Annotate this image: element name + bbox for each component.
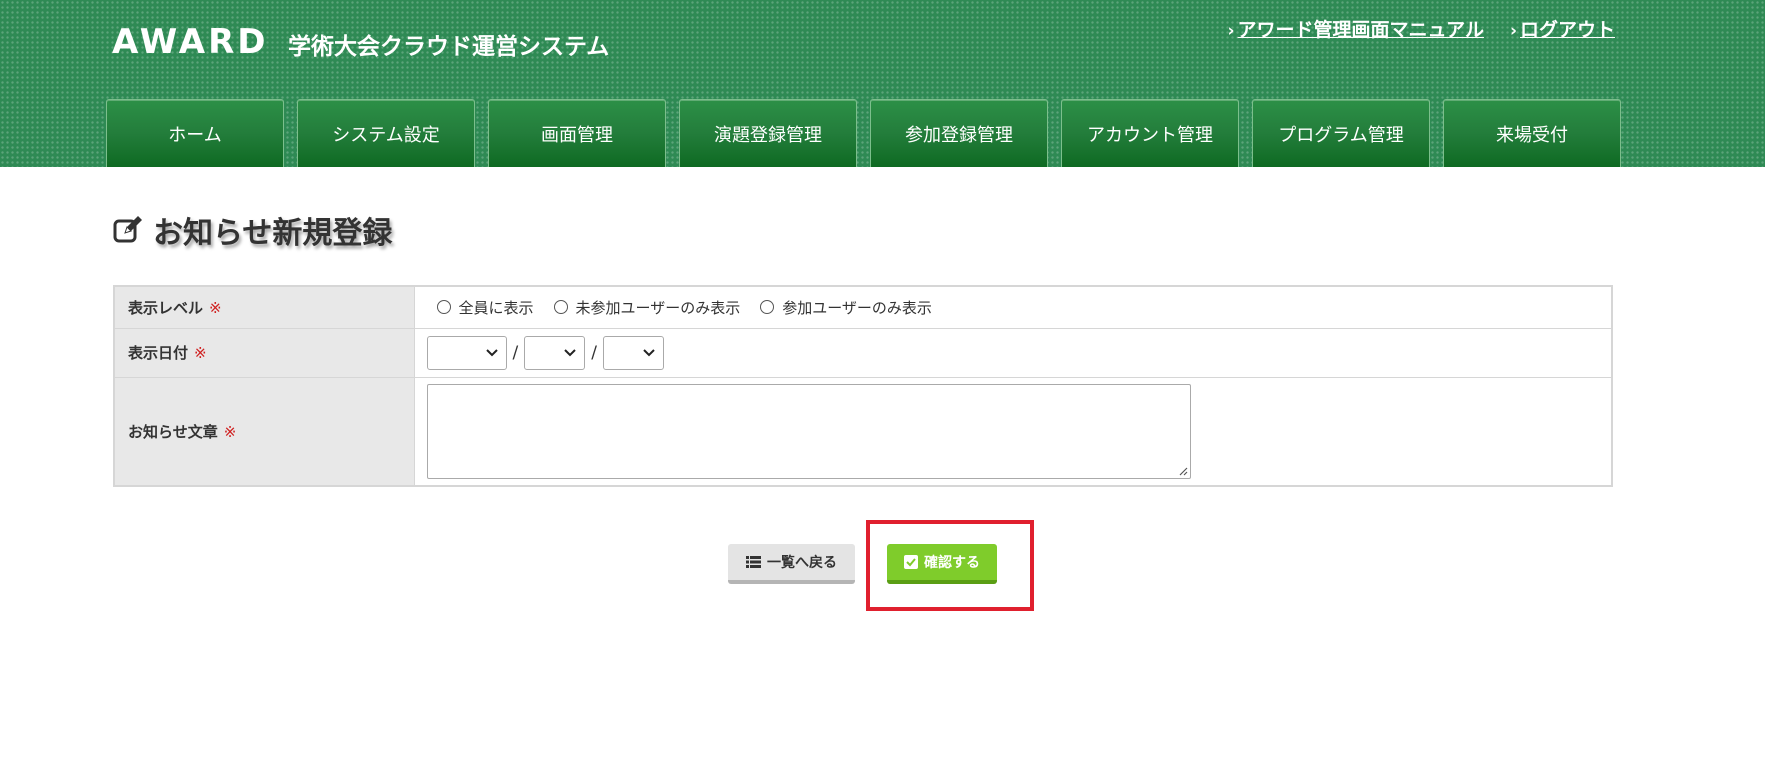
chevron-down-icon [564,348,576,356]
nav-tab-system-settings[interactable]: システム設定 [297,99,475,167]
display-level-label-text: 表示レベル [128,298,204,317]
form-row-notice-text: お知らせ文章 ※ [113,376,1613,487]
month-select[interactable] [524,335,586,370]
page-title-block: お知らせ新規登録 [113,208,392,252]
display-level-label: 表示レベル ※ [113,285,415,329]
chevron-down-icon [643,348,655,356]
nav-tab-registration-management[interactable]: 参加登録管理 [870,99,1048,167]
nav-tab-abstract-management[interactable]: 演題登録管理 [679,99,857,167]
display-level-value: 全員に表示 未参加ユーザーのみ表示 参加ユーザーのみ表示 [413,285,1613,329]
radio-circle[interactable] [553,300,568,315]
notice-text-value [413,376,1613,487]
edit-icon [113,216,142,243]
form-row-display-level: 表示レベル ※ 全員に表示 未参加ユーザーのみ表示 参加ユーザーのみ表示 [113,285,1613,329]
radio-all[interactable]: 全員に表示 [436,297,534,318]
system-title: 学術大会クラウド運営システム [288,34,610,60]
form-row-display-date: 表示日付 ※ / / [113,327,1613,378]
year-select[interactable] [426,335,507,370]
radio-circle[interactable] [436,300,451,315]
nav-tab-reception[interactable]: 来場受付 [1443,99,1621,167]
manual-link-label: アワード管理画面マニュアル [1237,19,1484,41]
chevron-right-icon: › [1509,21,1517,41]
required-mark: ※ [194,344,207,362]
date-separator: / [591,342,597,363]
nav-tab-home[interactable]: ホーム [106,99,284,167]
manual-link[interactable]: › アワード管理画面マニュアル [1228,15,1484,42]
display-level-radio-group: 全員に表示 未参加ユーザーのみ表示 参加ユーザーのみ表示 [427,297,1612,318]
display-date-label-text: 表示日付 [128,344,189,362]
day-select[interactable] [602,335,664,370]
notice-textarea[interactable] [426,383,1191,479]
radio-participants-label: 参加ユーザーのみ表示 [782,298,932,317]
date-selects: / / [426,335,1612,370]
required-mark: ※ [209,298,222,317]
header-links: › アワード管理画面マニュアル › ログアウト [1228,15,1615,42]
logout-link[interactable]: › ログアウト [1510,15,1615,42]
highlight-box [866,520,1034,611]
main-nav: ホーム システム設定 画面管理 演題登録管理 参加登録管理 アカウント管理 プロ… [106,99,1621,167]
radio-all-label: 全員に表示 [458,298,534,317]
nav-tab-program-management[interactable]: プログラム管理 [1252,99,1430,167]
display-date-label: 表示日付 ※ [113,327,415,378]
back-to-list-button[interactable]: 一覧へ戻る [728,544,855,584]
notice-text-label: お知らせ文章 ※ [113,376,415,487]
back-button-label: 一覧へ戻る [767,555,837,571]
nav-tab-screen-management[interactable]: 画面管理 [488,99,666,167]
list-icon [746,556,761,568]
radio-participants[interactable]: 参加ユーザーのみ表示 [760,297,932,318]
radio-non-participants[interactable]: 未参加ユーザーのみ表示 [553,297,741,318]
notice-form: 表示レベル ※ 全員に表示 未参加ユーザーのみ表示 参加ユーザーのみ表示 表示日付… [113,285,1613,487]
radio-non-participants-label: 未参加ユーザーのみ表示 [575,298,741,317]
notice-text-label-text: お知らせ文章 [128,422,218,441]
chevron-down-icon [485,348,498,356]
page-title: お知らせ新規登録 [153,216,393,251]
header: AWARD 学術大会クラウド運営システム › アワード管理画面マニュアル › ログア… [0,0,1765,167]
resize-grip-icon[interactable] [1178,466,1188,476]
nav-tab-account-management[interactable]: アカウント管理 [1061,99,1239,167]
chevron-right-icon: › [1227,21,1235,41]
radio-circle[interactable] [760,300,775,315]
logout-link-label: ログアウト [1519,19,1615,41]
award-logo: AWARD [112,22,269,62]
required-mark: ※ [223,422,237,441]
display-date-value: / / [413,327,1613,378]
date-separator: / [512,342,519,363]
